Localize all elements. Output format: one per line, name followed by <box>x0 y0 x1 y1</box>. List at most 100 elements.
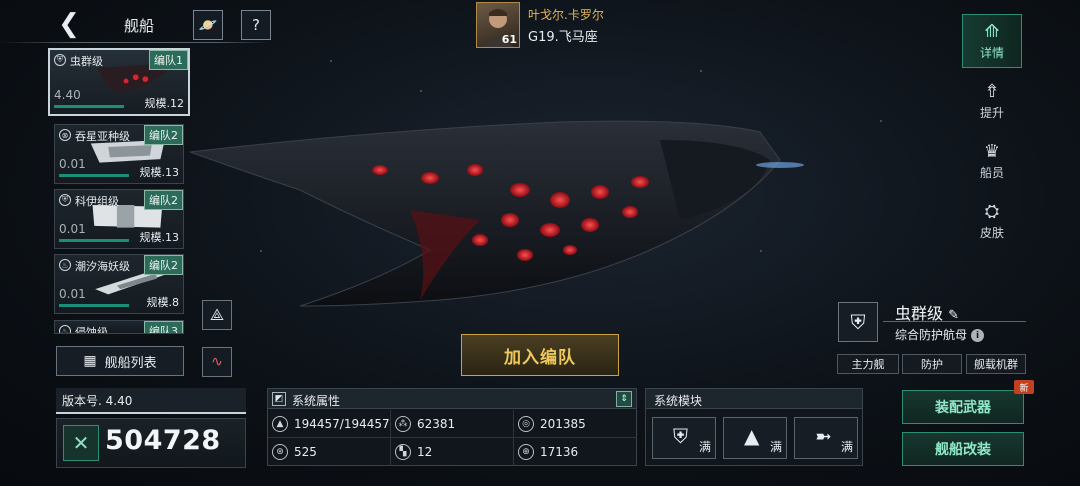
crew-icon: ♛ <box>983 141 1001 162</box>
ship-card-2[interactable]: ⛨ 科伊组级 编队2 0.01 规模.13 <box>54 189 184 249</box>
crossed-swords-icon: ✕ <box>63 425 99 461</box>
speed-icon: ⊛ <box>272 444 288 460</box>
info-icon[interactable]: i <box>971 329 985 342</box>
ship-value: 0.01 <box>59 157 86 171</box>
ship-bar <box>59 304 129 307</box>
ship-value: 4.40 <box>54 88 81 102</box>
fleet-badge: 编队3 <box>144 321 183 333</box>
module-slot-1[interactable]: ▲ 满 <box>723 417 787 459</box>
ship-scale: 规模.8 <box>146 296 180 309</box>
fleet-badge: 编队2 <box>144 255 183 275</box>
shield-stat-icon: ◎ <box>518 415 534 432</box>
ship-card-3[interactable]: ♨ 潮汐海妖级 编队2 0.01 规模.8 <box>54 254 184 314</box>
ship-bar <box>59 174 129 177</box>
tab-details[interactable]: ⟰ 详情 <box>962 14 1022 68</box>
ship-card-4[interactable]: ♨ 侵蚀级 编队3 <box>54 320 184 334</box>
checker-icon: ▚ <box>395 444 411 460</box>
firepower-icon: ⁂ <box>395 415 411 432</box>
class-target-icon: ⊗ <box>59 129 71 141</box>
help-icon: ? <box>252 16 260 34</box>
help-button[interactable]: ? <box>241 10 271 40</box>
attr-value: 12 <box>417 445 433 459</box>
class-flame-icon: ♨ <box>59 259 71 271</box>
commander-location: G19.飞马座 <box>528 30 598 45</box>
attr-speed: ⊛ 525 <box>268 438 391 466</box>
wave-button[interactable]: ∿ <box>202 347 232 377</box>
ship-list-button[interactable]: ▦ 舰船列表 <box>56 346 184 376</box>
details-icon: ⟰ <box>984 21 1000 42</box>
equip-weapons-button[interactable]: 装配武器 <box>902 390 1024 424</box>
ship-scale: 规模.13 <box>139 166 180 179</box>
tab-upgrade[interactable]: ⇮ 提升 <box>962 74 1022 128</box>
attributes-icon: ◩ <box>272 392 286 406</box>
ship-name: 科伊组级 <box>75 195 119 208</box>
attr-checker: ▚ 12 <box>391 438 514 466</box>
fleet-badge: 编队1 <box>149 50 188 70</box>
planet-button[interactable]: 🪐 <box>193 10 223 40</box>
header-divider <box>0 42 270 43</box>
tab-crew[interactable]: ♛ 船员 <box>962 134 1022 188</box>
fleet-badge: 编队2 <box>144 190 183 210</box>
ship-modify-button[interactable]: 舰船改装 <box>902 432 1024 466</box>
commander-level: 61 <box>501 33 517 46</box>
mountain-icon: ▲ <box>744 424 760 448</box>
ship-name: 潮汐海妖级 <box>75 260 130 273</box>
hull-icon: ▲ <box>272 415 288 432</box>
version-label: 版本号. 4.40 <box>56 388 246 414</box>
wave-icon: ∿ <box>211 354 223 370</box>
class-shield-icon: ⛨ <box>54 54 66 66</box>
page-title: 舰船 <box>124 17 155 35</box>
power-value: 504728 <box>105 425 221 456</box>
class-flame-icon: ♨ <box>59 325 71 333</box>
attr-target: ⊕ 17136 <box>514 438 637 466</box>
ship-bar <box>54 105 124 108</box>
ship-model <box>189 120 804 307</box>
tag-carrier: 舰载机群 <box>966 354 1026 374</box>
missile-icon: ➼ <box>815 424 832 448</box>
attr-value: 201385 <box>540 416 586 431</box>
module-status: 满 <box>840 440 853 454</box>
tag-defense: 防护 <box>902 354 962 374</box>
modules-panel: 系统模块 ⛨ 满 ▲ 满 ➼ 满 <box>645 388 863 466</box>
back-button[interactable]: ❮ <box>56 9 82 39</box>
tab-label: 提升 <box>979 106 1004 120</box>
ship-card-1[interactable]: ⊗ 吞星亚种级 编队2 0.01 规模.13 <box>54 124 184 184</box>
grid-icon: ▦ <box>83 353 97 369</box>
attr-hull: ▲ 194457/194457 <box>268 410 391 438</box>
ship-class-type: 综合防护航母 i <box>895 326 985 343</box>
ship-type-text: 综合防护航母 <box>895 328 968 342</box>
attributes-toggle[interactable]: ⇕ <box>616 391 632 407</box>
chevron-left-icon: ❮ <box>58 9 80 39</box>
ship-name: 吞星亚种级 <box>75 130 130 143</box>
module-status: 满 <box>769 440 782 454</box>
power-panel: ✕ 504728 <box>56 418 246 468</box>
ship-class-shield-icon: ⛨ <box>838 302 878 342</box>
tag-capital: 主力舰 <box>837 354 899 374</box>
upgrade-icon: ⇮ <box>984 81 1000 102</box>
module-slot-0[interactable]: ⛨ 满 <box>652 417 716 459</box>
join-fleet-button[interactable]: 加入编队 <box>461 334 619 376</box>
class-shield-icon: ⛨ <box>59 194 71 206</box>
tab-label: 皮肤 <box>979 226 1004 240</box>
module-slot-2[interactable]: ➼ 满 <box>794 417 858 459</box>
planet-icon: 🪐 <box>198 16 218 34</box>
commander-name: 叶戈尔.卡罗尔 <box>528 8 604 22</box>
attributes-title: 系统属性 <box>292 394 341 408</box>
module-status: 满 <box>698 440 711 454</box>
tab-skin[interactable]: ⛭ 皮肤 <box>962 194 1022 248</box>
commander-avatar[interactable]: 61 <box>476 2 520 48</box>
attr-value: 17136 <box>540 445 579 459</box>
attr-shield: ◎ 201385 <box>514 410 637 438</box>
ship-scale: 规模.12 <box>144 97 185 110</box>
shield-plus-icon: ⛨ <box>673 424 688 448</box>
attr-value: 62381 <box>417 416 456 431</box>
ship-card-0[interactable]: ⛨ 虫群级 编队1 4.40 规模.12 <box>48 48 190 116</box>
ship-value: 0.01 <box>59 222 86 236</box>
fleet-badge: 编队2 <box>144 125 183 145</box>
modules-title: 系统模块 <box>646 389 862 409</box>
attr-value: 525 <box>294 445 317 459</box>
new-badge: 新 <box>1014 380 1034 394</box>
ship-list-label: 舰船列表 <box>104 355 157 371</box>
ship-name: 侵蚀级 <box>75 326 108 334</box>
ship-value: 0.01 <box>59 287 86 301</box>
